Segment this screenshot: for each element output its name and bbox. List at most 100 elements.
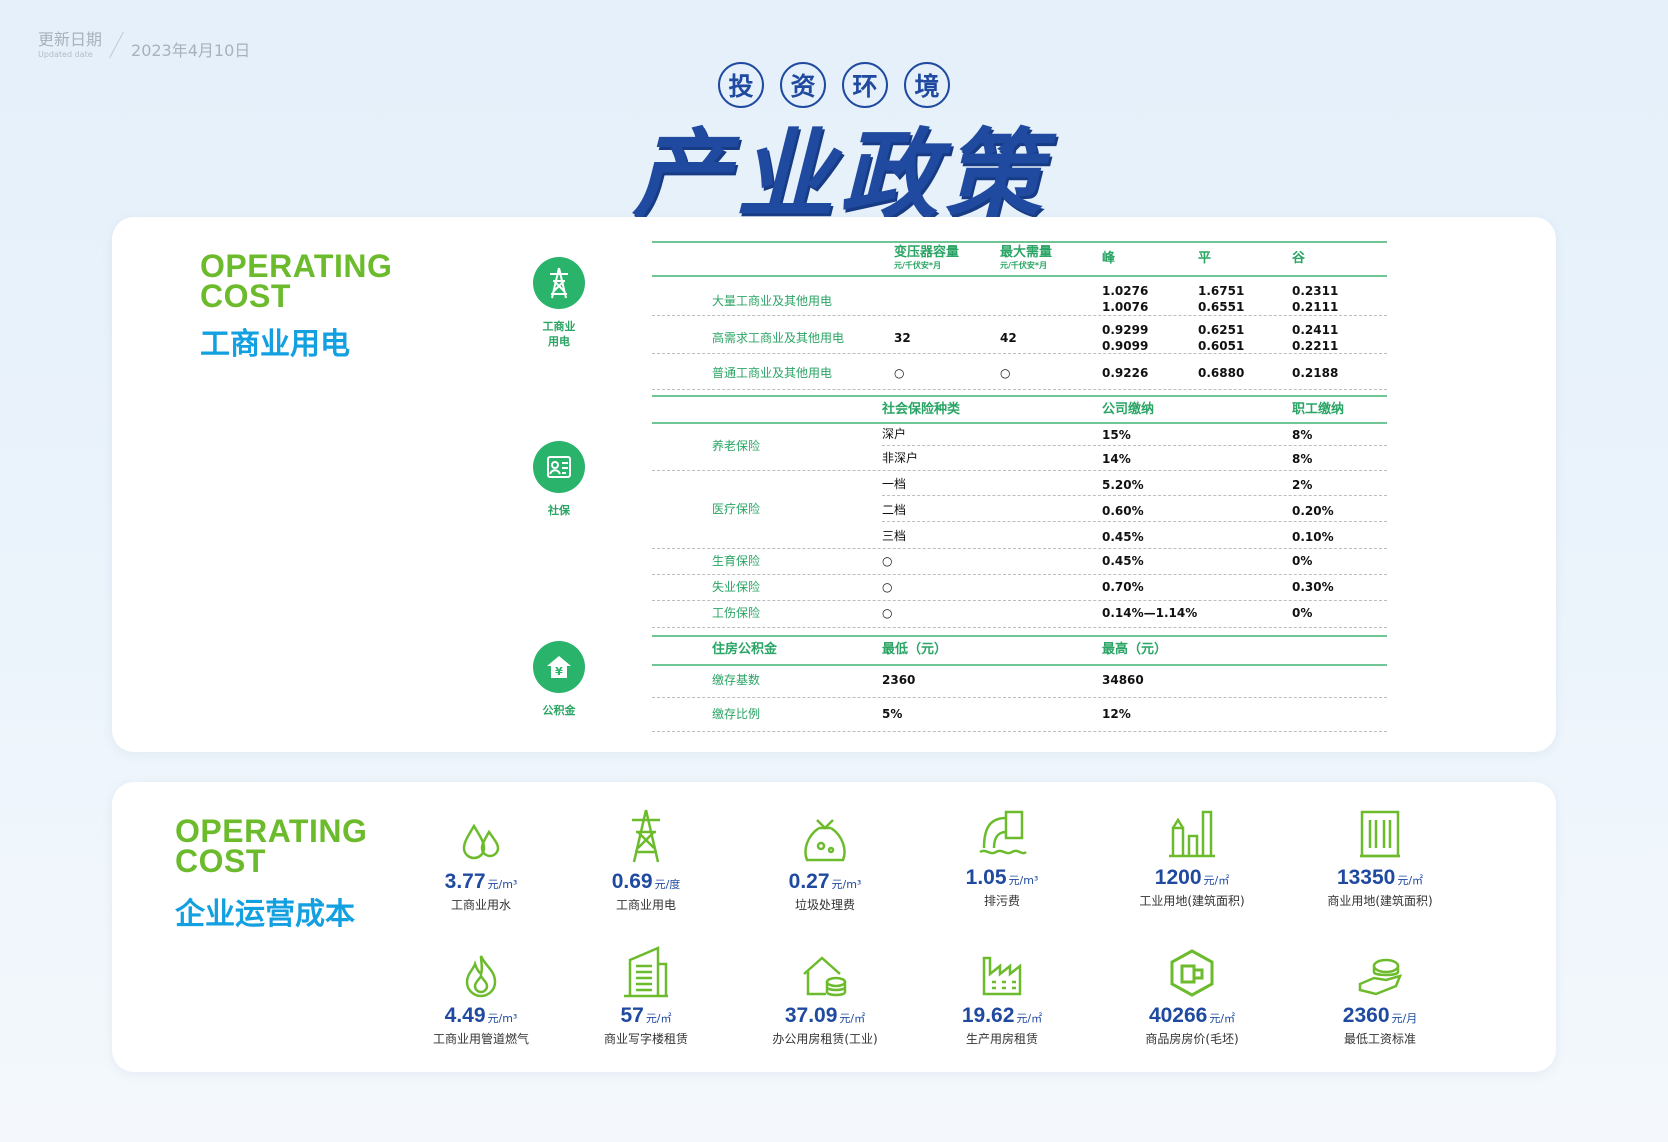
header-peak: 峰 (1102, 251, 1116, 266)
updated-date: 2023年4月10日 (131, 41, 251, 60)
tile-value: 1200 (1154, 866, 1202, 889)
company-rate: 0.14%—1.14% (1102, 606, 1198, 620)
fund-row-name: 缴存基数 (712, 673, 761, 687)
house-coins-icon (740, 942, 910, 998)
peak-value: 0.9299 0.9099 (1102, 323, 1149, 353)
demand-value: 42 (1000, 331, 1017, 345)
row-divider (652, 627, 1387, 628)
operating-word: OPERATING (200, 248, 393, 284)
operating-cost-electric-card: OPERATING COST 工商业用电 工商业用电 社保 ¥ 公积金 变压器容… (112, 217, 1556, 752)
employee-rate: 0% (1292, 554, 1313, 568)
tile-value: 13350 (1336, 866, 1396, 889)
power-tower-icon (561, 808, 731, 864)
tile-value: 57 (620, 1004, 644, 1027)
factory-icon (1107, 804, 1277, 860)
housing-fund-table: 住房公积金 最低（元） 最高（元） 缴存基数 2360 34860 缴存比例 5… (652, 635, 1387, 735)
row-name: 大量工商业及其他用电 (712, 294, 833, 308)
tile-caption: 工商业用电 (615, 898, 676, 912)
operating-word: OPERATING (175, 813, 368, 849)
demand-value: ○ (1000, 366, 1011, 380)
tile-caption: 工商业用管道燃气 (432, 1032, 529, 1046)
operating-cost-heading: OPERATING COST (175, 813, 368, 877)
cost-tile: 13350 元/㎡ 商业用地(建筑面积) (1295, 804, 1465, 909)
cost-tile: 1.05 元/m³ 排污费 (917, 804, 1087, 909)
valley-value: 0.2311 0.2111 (1292, 284, 1339, 314)
transformer-value: ○ (894, 366, 905, 380)
cost-tile: 3.77 元/m³ 工商业用水 (396, 808, 566, 913)
cost-tile: 4.49 元/m³ 工商业用管道燃气 (396, 942, 566, 1047)
header-flat: 平 (1198, 251, 1212, 266)
garbage-bag-icon (740, 808, 910, 864)
company-rate: 0.60% (1102, 504, 1144, 518)
company-rate: 0.70% (1102, 580, 1144, 594)
electric-icon-label: 工商业用电 (542, 320, 576, 348)
tile-value: 2360 (1342, 1004, 1390, 1027)
salary-hand-icon (1295, 942, 1465, 998)
tile-caption: 办公用房租赁(工业) (772, 1032, 878, 1046)
tile-unit: 元/月 (1391, 1012, 1418, 1025)
header-fund-min: 最低（元） (882, 642, 948, 657)
transformer-value: 32 (894, 331, 911, 345)
fund-row-name: 缴存比例 (712, 707, 761, 721)
electric-section-icon: 工商业用电 (514, 257, 604, 349)
fund-icon-label: 公积金 (542, 704, 576, 717)
employee-rate: 0.20% (1292, 504, 1334, 518)
cost-tile: 37.09 元/㎡ 办公用房租赁(工业) (740, 942, 910, 1047)
tile-caption: 工商业用水 (450, 898, 511, 912)
insurance-type: 一档 (882, 477, 907, 491)
table-line (652, 422, 1387, 424)
peak-value: 1.0276 1.0076 (1102, 284, 1149, 314)
insurance-name: 生育保险 (712, 554, 761, 568)
tile-caption: 生产用房租赁 (965, 1032, 1038, 1046)
insurance-name: 失业保险 (712, 580, 761, 594)
row-divider (882, 445, 1387, 446)
tile-value: 40266 (1148, 1004, 1208, 1027)
updated-label-en: Updated date (38, 50, 93, 59)
row-name: 高需求工商业及其他用电 (712, 331, 845, 345)
updated-label-group: 更新日期 Updated date (38, 30, 102, 60)
table-line (652, 664, 1387, 666)
company-rate: 14% (1102, 452, 1131, 466)
tile-unit: 元/㎡ (1016, 1012, 1043, 1025)
insurance-type: 非深户 (882, 451, 919, 465)
social-icon-label: 社保 (548, 504, 570, 517)
row-divider (652, 389, 1387, 390)
slash-divider (109, 31, 124, 59)
table-line (652, 275, 1387, 277)
tile-unit: 元/m³ (487, 1012, 518, 1025)
tile-caption: 商业用地(建筑面积) (1327, 894, 1433, 908)
employee-rate: 8% (1292, 452, 1313, 466)
operating-cost-heading: OPERATING COST (200, 248, 393, 314)
section-title-cn: 企业运营成本 (175, 897, 355, 932)
tile-caption: 商业写字楼租赁 (603, 1032, 688, 1046)
tile-unit: 元/㎡ (1209, 1012, 1236, 1025)
tile-value: 19.62 (961, 1004, 1015, 1027)
tile-unit: 元/㎡ (1203, 874, 1230, 887)
tile-unit: 元/m³ (831, 878, 862, 891)
cost-tile: 0.27 元/m³ 垃圾处理费 (740, 808, 910, 913)
company-rate: 15% (1102, 428, 1131, 442)
power-tower-icon (533, 257, 585, 309)
header-fund-max: 最高（元） (1102, 642, 1168, 657)
company-rate: 0.45% (1102, 530, 1144, 544)
header-fund-name: 住房公积金 (712, 642, 778, 657)
header-company: 公司缴纳 (1102, 402, 1155, 417)
svg-text:¥: ¥ (555, 665, 563, 678)
row-divider (652, 315, 1387, 316)
tile-unit: 元/㎡ (1397, 874, 1424, 887)
tile-unit: 元/度 (654, 878, 681, 891)
flat-value: 1.6751 0.6551 (1198, 284, 1245, 314)
employee-rate: 8% (1292, 428, 1313, 442)
cost-tile: 57 元/㎡ 商业写字楼租赁 (561, 942, 731, 1047)
header-employee: 职工缴纳 (1292, 402, 1345, 417)
cost-tile: 0.69 元/度 工商业用电 (561, 808, 731, 913)
tile-caption: 商品房房价(毛坯) (1145, 1032, 1239, 1046)
tile-caption: 工业用地(建筑面积) (1139, 894, 1245, 908)
row-name: 普通工商业及其他用电 (712, 366, 833, 380)
table-line (652, 241, 1387, 243)
table-line (652, 395, 1387, 397)
header-valley: 谷 (1292, 251, 1306, 266)
cost-word: COST (200, 278, 291, 314)
row-divider (652, 548, 1387, 549)
row-divider (652, 353, 1387, 354)
